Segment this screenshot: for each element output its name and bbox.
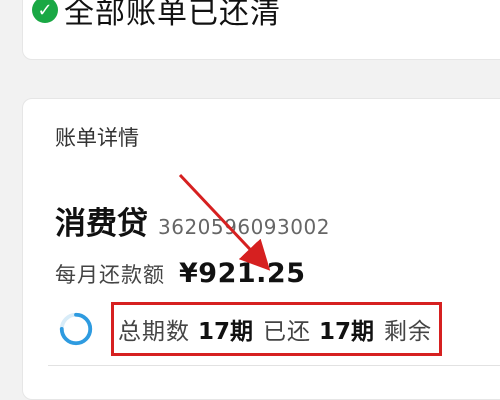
check-icon: ✓ [32, 0, 58, 23]
divider [48, 365, 500, 366]
product-row[interactable]: 消费贷 3620596093002 [55, 198, 330, 243]
contract-number: 3620596093002 [158, 215, 330, 239]
status-row: ✓ 全部账单已还清 [32, 0, 281, 32]
section-title: 账单详情 [55, 126, 139, 150]
monthly-payment-label: 每月还款额 [55, 263, 165, 287]
status-text: 全部账单已还清 [64, 0, 281, 31]
monthly-payment-amount: ¥921.25 [179, 258, 306, 289]
monthly-payment-row: 每月还款额 ¥921.25 [55, 258, 305, 289]
repayment-progress-icon [59, 312, 93, 346]
annotation-highlight-box [111, 302, 442, 356]
product-name: 消费贷 [55, 206, 148, 242]
